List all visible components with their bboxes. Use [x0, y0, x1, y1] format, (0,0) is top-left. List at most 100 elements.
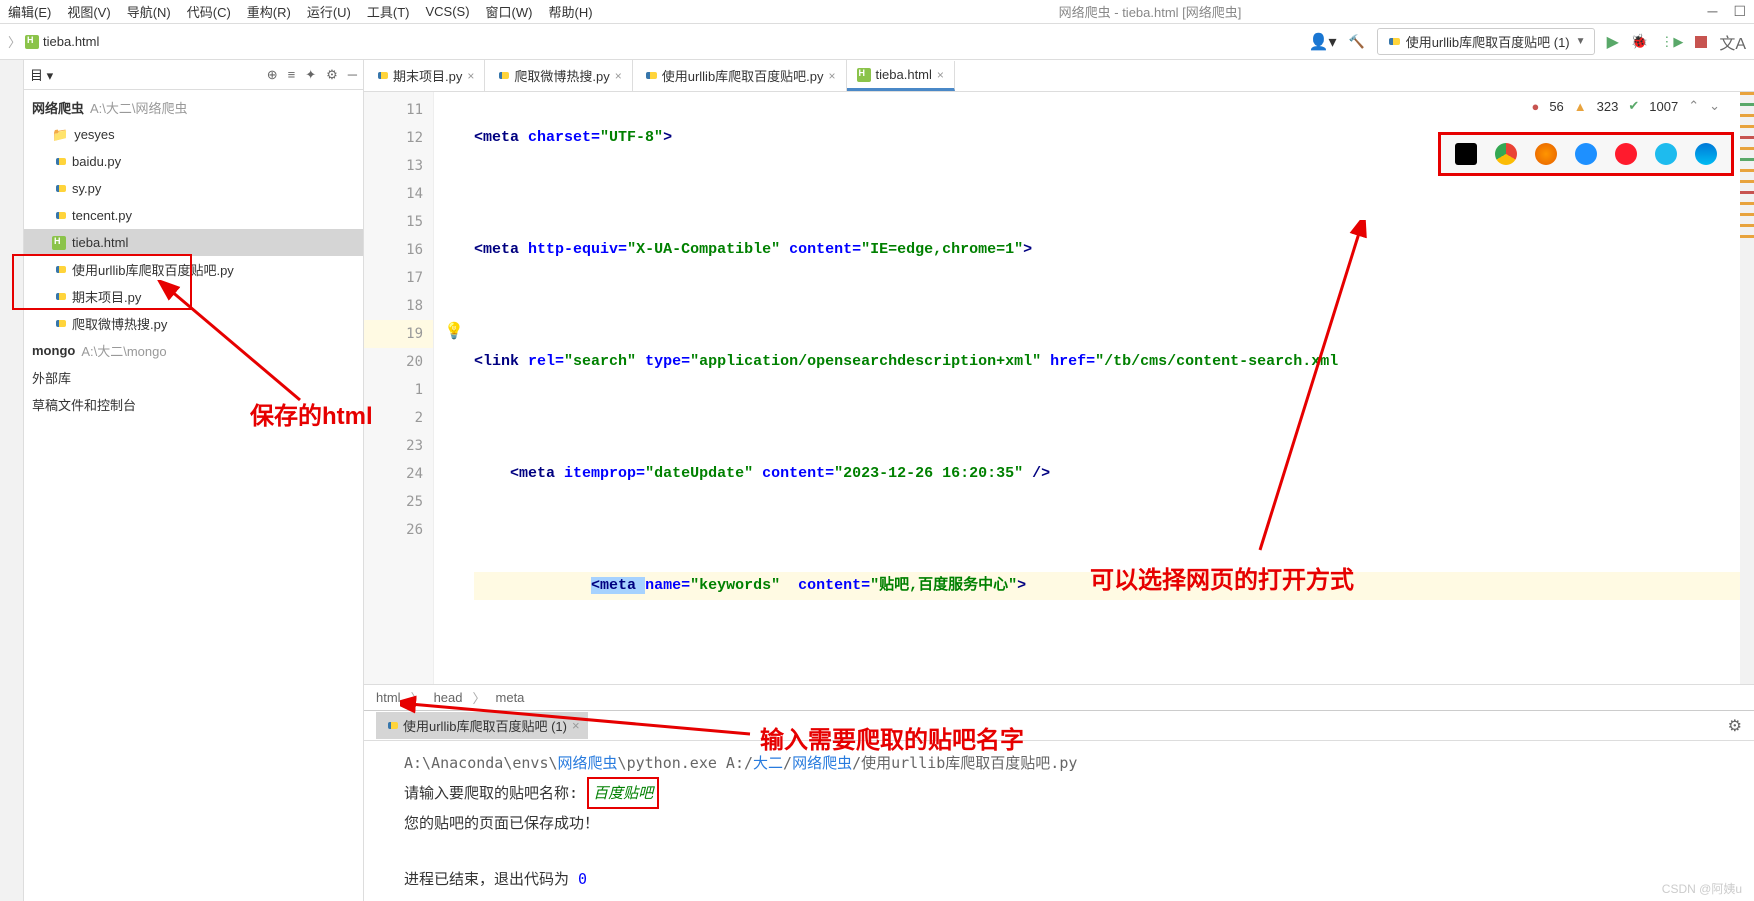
crumb-item[interactable]: head — [434, 690, 463, 705]
close-icon[interactable]: × — [467, 69, 474, 83]
python-icon — [643, 69, 657, 83]
tree-item-py[interactable]: baidu.py — [24, 148, 363, 175]
minimize-icon[interactable]: ─ — [1708, 3, 1718, 20]
menu-refactor[interactable]: 重构(R) — [247, 2, 291, 21]
run-config-selector[interactable]: 使用urllib库爬取百度贴吧 (1) ▼ — [1377, 28, 1595, 55]
tree-item-py[interactable]: 爬取微博热搜.py — [24, 310, 363, 337]
crumb-item[interactable]: html — [376, 690, 401, 705]
opera-icon[interactable] — [1615, 143, 1637, 165]
menu-code[interactable]: 代码(C) — [187, 2, 231, 21]
chevron-down-icon[interactable]: ⌄ — [1709, 98, 1720, 114]
tab-py[interactable]: 期末项目.py × — [364, 60, 485, 91]
firefox-icon[interactable] — [1535, 143, 1557, 165]
tab-label: tieba.html — [876, 67, 932, 82]
mongo-name: mongo — [32, 343, 75, 358]
navigation-bar: 〉 tieba.html 👤▾ 🔨 使用urllib库爬取百度贴吧 (1) ▼ … — [0, 24, 1754, 60]
collapse-icon[interactable]: ✦ — [305, 67, 316, 83]
chrome-icon[interactable] — [1495, 143, 1517, 165]
tab-label: 爬取微博热搜.py — [514, 66, 609, 85]
tree-item-py[interactable]: tencent.py — [24, 202, 363, 229]
target-icon[interactable]: ⊕ — [267, 67, 278, 83]
tree-scratches[interactable]: 草稿文件和控制台 — [24, 391, 363, 418]
menu-view[interactable]: 视图(V) — [67, 2, 110, 21]
search-anywhere-icon[interactable]: 文A — [1719, 30, 1746, 54]
error-count: 56 — [1549, 99, 1563, 114]
project-tool-window: 目 ▾ ⊕ ≡ ✦ ⚙ ─ 网络爬虫 A:\大二\网络爬虫 📁yesyes ba… — [24, 60, 364, 901]
hide-icon[interactable]: ─ — [348, 67, 357, 83]
pycharm-icon[interactable] — [1455, 143, 1477, 165]
tab-label: 使用urllib库爬取百度贴吧.py — [662, 66, 824, 85]
open-in-browser-panel — [1438, 132, 1734, 176]
tab-label: 期末项目.py — [393, 66, 462, 85]
tree-item-py[interactable]: sy.py — [24, 175, 363, 202]
tab-py[interactable]: 使用urllib库爬取百度贴吧.py × — [633, 60, 847, 91]
hammer-icon[interactable]: 🔨 — [1349, 34, 1365, 50]
close-icon[interactable]: × — [937, 68, 944, 82]
console-tab[interactable]: 使用urllib库爬取百度贴吧 (1) × — [376, 712, 588, 739]
python-icon — [495, 69, 509, 83]
maximize-icon[interactable]: ☐ — [1733, 3, 1746, 20]
console-line: 您的贴吧的页面已保存成功！ — [404, 809, 1714, 837]
python-icon — [374, 69, 388, 83]
root-name: 网络爬虫 — [32, 98, 84, 117]
expand-icon[interactable]: ≡ — [288, 67, 296, 83]
gear-icon[interactable]: ⚙ — [1728, 716, 1742, 736]
run-more-icon[interactable]: ⋮▶ — [1660, 34, 1683, 50]
gear-icon[interactable]: ⚙ — [326, 67, 338, 83]
menu-run[interactable]: 运行(U) — [307, 2, 351, 21]
menu-nav[interactable]: 导航(N) — [127, 2, 171, 21]
console-line: 进程已结束，退出代码为 0 — [404, 865, 1714, 893]
tree-item-folder[interactable]: 📁yesyes — [24, 121, 363, 148]
inspection-widget[interactable]: ●56 ▲323 ✔1007 ⌃ ⌄ — [1531, 98, 1720, 114]
proj-title: 目 ▾ — [30, 65, 53, 84]
folder-icon: 📁 — [52, 127, 68, 143]
chevron-up-icon[interactable]: ⌃ — [1688, 98, 1699, 114]
tab-html-active[interactable]: tieba.html × — [847, 61, 955, 91]
warning-icon: ▲ — [1574, 99, 1587, 114]
python-icon — [52, 182, 66, 196]
menu-help[interactable]: 帮助(H) — [548, 2, 592, 21]
item-label: 爬取微博热搜.py — [72, 314, 167, 333]
item-label: sy.py — [72, 181, 101, 196]
editor-breadcrumb[interactable]: html〉 head〉 meta — [364, 684, 1754, 710]
python-icon — [384, 719, 398, 733]
main-area: 目 ▾ ⊕ ≡ ✦ ⚙ ─ 网络爬虫 A:\大二\网络爬虫 📁yesyes ba… — [0, 60, 1754, 901]
html-file-icon — [52, 236, 66, 250]
menu-window[interactable]: 窗口(W) — [486, 2, 533, 21]
breadcrumb-sep: 〉 — [8, 32, 21, 51]
left-rail[interactable] — [0, 60, 24, 901]
python-icon — [1386, 35, 1400, 49]
error-stripe[interactable] — [1740, 92, 1754, 684]
mongo-path: A:\大二\mongo — [81, 341, 166, 360]
console-line: 请输入要爬取的贴吧名称: 百度贴吧 — [404, 777, 1714, 809]
close-icon[interactable]: × — [829, 69, 836, 83]
error-icon: ● — [1531, 99, 1539, 114]
menu-vcs[interactable]: VCS(S) — [425, 4, 469, 19]
safari-icon[interactable] — [1575, 143, 1597, 165]
close-icon[interactable]: × — [572, 718, 580, 733]
menu-edit[interactable]: 编辑(E) — [8, 2, 51, 21]
run-button[interactable]: ▶ — [1607, 32, 1619, 52]
code-editor[interactable]: 111213141516171819201223242526 💡 <meta c… — [364, 92, 1754, 684]
debug-button[interactable]: 🐞 — [1631, 33, 1648, 50]
tab-py[interactable]: 爬取微博热搜.py × — [485, 60, 632, 91]
crumb-item[interactable]: meta — [496, 690, 525, 705]
code-content[interactable]: <meta charset="UTF-8"> <meta http-equiv=… — [434, 92, 1754, 684]
console-output[interactable]: A:\Anaconda\envs\网络爬虫\python.exe A:/大二/网… — [364, 741, 1754, 901]
tree-mongo[interactable]: mongo A:\大二\mongo — [24, 337, 363, 364]
tree-root[interactable]: 网络爬虫 A:\大二\网络爬虫 — [24, 94, 363, 121]
menu-tools[interactable]: 工具(T) — [367, 2, 410, 21]
window-title: 网络爬虫 - tieba.html [网络爬虫] — [609, 2, 1692, 21]
console-line: A:\Anaconda\envs\网络爬虫\python.exe A:/大二/网… — [404, 749, 1714, 777]
breadcrumb-file[interactable]: tieba.html — [43, 34, 99, 49]
tree-external-libs[interactable]: 外部库 — [24, 364, 363, 391]
tree-item-html-selected[interactable]: tieba.html — [24, 229, 363, 256]
user-icon[interactable]: 👤▾ — [1309, 32, 1337, 52]
close-icon[interactable]: × — [615, 69, 622, 83]
ie-icon[interactable] — [1655, 143, 1677, 165]
root-path: A:\大二\网络爬虫 — [90, 98, 188, 117]
stop-button[interactable] — [1695, 36, 1707, 48]
chevron-down-icon: ▼ — [1576, 36, 1586, 47]
edge-icon[interactable] — [1695, 143, 1717, 165]
ok-count: 1007 — [1649, 99, 1678, 114]
